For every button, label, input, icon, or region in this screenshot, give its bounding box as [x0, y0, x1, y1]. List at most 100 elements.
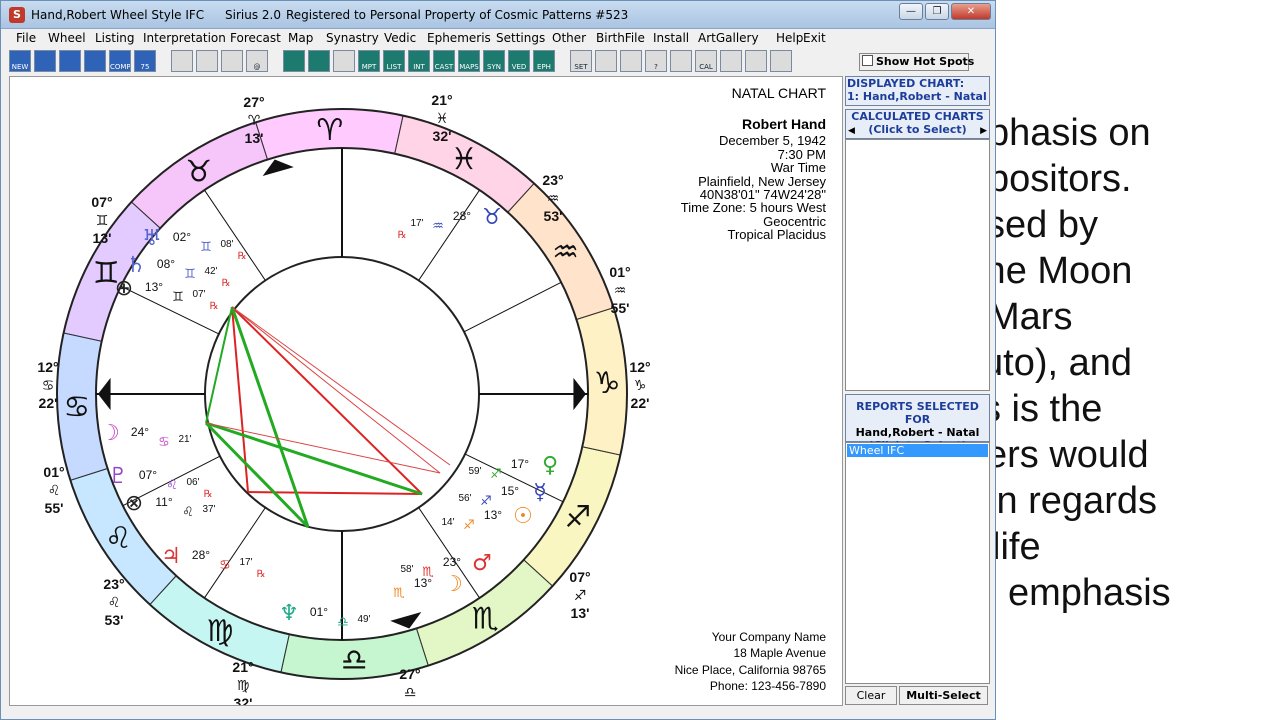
- toolbar-cal-button[interactable]: CAL: [695, 50, 717, 72]
- toolbar-int-icon: INT: [413, 63, 425, 71]
- toolbar-wheel2-button[interactable]: [308, 50, 330, 72]
- toolbar-maps-button[interactable]: MAPS: [458, 50, 480, 72]
- menu-vedic[interactable]: Vedic: [384, 31, 416, 45]
- toolbar-open-button[interactable]: [171, 50, 193, 72]
- toolbar-cal-icon: CAL: [699, 63, 713, 71]
- toolbar-new-button[interactable]: NEW: [9, 50, 31, 72]
- menu-other[interactable]: Other: [552, 31, 586, 45]
- toolbar-seventy-five-button[interactable]: 75: [134, 50, 156, 72]
- menu-synastry[interactable]: Synastry: [326, 31, 379, 45]
- app-icon[interactable]: S: [9, 7, 25, 23]
- toolbar-comp-button[interactable]: COMP: [109, 50, 131, 72]
- menu-file[interactable]: File: [16, 31, 36, 45]
- planet-glyph: ☽: [100, 421, 120, 446]
- toolbar-eph-button[interactable]: EPH: [533, 50, 555, 72]
- menu-settings[interactable]: Settings: [496, 31, 545, 45]
- toolbar-ved-icon: VED: [511, 63, 527, 71]
- toolbar-p-button[interactable]: [333, 50, 355, 72]
- toolbar-x-button[interactable]: [84, 50, 106, 72]
- zodiac-sign-glyph: ♒: [552, 235, 579, 270]
- toolbar-list-button[interactable]: LIST: [383, 50, 405, 72]
- zodiac-sign-glyph: ♎: [341, 643, 368, 678]
- cusp-degree: 27°: [243, 94, 264, 110]
- reports-list[interactable]: Wheel IFC: [845, 442, 990, 684]
- planet-minutes: 08': [220, 239, 233, 250]
- toolbar-at-icon: @: [253, 63, 261, 71]
- calculated-charts-header[interactable]: CALCULATED CHARTS (Click to Select) ◀ ▶: [845, 109, 990, 139]
- menu-install[interactable]: Install: [653, 31, 689, 45]
- show-hot-spots-checkbox[interactable]: Show Hot Spots: [859, 53, 974, 71]
- menu-forecast[interactable]: Forecast: [230, 31, 281, 45]
- menu-artgallery[interactable]: ArtGallery: [698, 31, 759, 45]
- planet-degree: 23°: [443, 555, 461, 569]
- multi-select-button[interactable]: Multi-Select: [899, 686, 988, 705]
- toolbar-int-button[interactable]: INT: [408, 50, 430, 72]
- menu-help[interactable]: Help: [776, 31, 803, 45]
- retrograde-glyph: ℞: [210, 301, 219, 312]
- cusp-sign-glyph: ♓: [436, 111, 449, 127]
- planet-minutes: 56': [458, 493, 471, 504]
- toolbar-r-button[interactable]: [59, 50, 81, 72]
- toolbar-art-button[interactable]: [720, 50, 742, 72]
- planet-degree: 02°: [173, 230, 191, 244]
- toolbar-a-button[interactable]: [670, 50, 692, 72]
- toolbar-save-button[interactable]: [196, 50, 218, 72]
- planet-sign-glyph: ♎: [337, 615, 349, 630]
- toolbar-at-button[interactable]: @: [246, 50, 268, 72]
- toolbar-seventy-five-icon: 75: [140, 63, 150, 71]
- planet-sign-glyph: ♏: [393, 586, 405, 601]
- menu-map[interactable]: Map: [288, 31, 313, 45]
- toolbar-set-button[interactable]: SET: [570, 50, 592, 72]
- background-text-line: Mars: [996, 296, 1073, 338]
- menu-wheel[interactable]: Wheel: [48, 31, 86, 45]
- retrograde-glyph: ℞: [398, 230, 407, 241]
- planet-sign-glyph: ♊: [184, 267, 196, 282]
- scroll-left-icon[interactable]: ◀: [848, 125, 855, 138]
- menu-interpretation[interactable]: Interpretation: [143, 31, 226, 45]
- planet-glyph: ♃: [161, 544, 181, 569]
- menu-exit[interactable]: Exit: [803, 31, 826, 45]
- checkbox-box[interactable]: [862, 55, 873, 66]
- toolbar-f-button[interactable]: [34, 50, 56, 72]
- reports-selected-header[interactable]: REPORTS SELECTED FOR Hand,Robert - Natal…: [845, 394, 990, 452]
- planet-minutes: 06': [186, 477, 199, 488]
- menu-birthfile[interactable]: BirthFile: [596, 31, 645, 45]
- toolbar-help-button[interactable]: ?: [645, 50, 667, 72]
- scroll-right-icon[interactable]: ▶: [980, 125, 987, 138]
- toolbar-syn-button[interactable]: SYN: [483, 50, 505, 72]
- minimize-button[interactable]: —: [899, 3, 923, 20]
- toolbar-mpt-button[interactable]: MPT: [358, 50, 380, 72]
- toolbar-clock-button[interactable]: [595, 50, 617, 72]
- menu-ephemeris[interactable]: Ephemeris: [427, 31, 491, 45]
- toolbar-cast-button[interactable]: CAST: [433, 50, 455, 72]
- calculated-charts-sub: (Click to Select): [868, 123, 967, 136]
- toolbar-l-button[interactable]: [620, 50, 642, 72]
- cusp-sign-glyph: ♈: [248, 113, 261, 129]
- calculated-charts-list[interactable]: [845, 139, 990, 391]
- clear-button[interactable]: Clear: [845, 686, 897, 705]
- cusp-sign-glyph: ♍: [237, 678, 250, 694]
- zodiac-sign-glyph: ♋: [63, 390, 90, 425]
- zodiac-sign-glyph: ♐: [564, 500, 591, 535]
- toolbar-ved-button[interactable]: VED: [508, 50, 530, 72]
- menu-listing[interactable]: Listing: [95, 31, 135, 45]
- background-text-line: life: [996, 526, 1041, 568]
- toolbar-zoom-out-button[interactable]: [770, 50, 792, 72]
- planet-minutes: 17': [410, 218, 423, 229]
- planet-sign-glyph: ♌: [182, 505, 194, 520]
- zodiac-sign-glyph: ♑: [594, 366, 621, 401]
- cusp-sign-glyph: ♌: [48, 483, 61, 499]
- zodiac-sign-glyph: ♉: [185, 154, 212, 189]
- toolbar-print-button[interactable]: [221, 50, 243, 72]
- maximize-button[interactable]: ❐: [925, 3, 949, 20]
- close-button[interactable]: ✕: [951, 3, 991, 20]
- toolbar-zoom-in-button[interactable]: [745, 50, 767, 72]
- planet-glyph: ⊗: [125, 491, 143, 516]
- displayed-chart-header[interactable]: DISPLAYED CHART: 1: Hand,Robert - Natal: [845, 76, 990, 106]
- house-system: Tropical Placidus: [727, 227, 826, 242]
- cusp-minutes: 22': [39, 395, 58, 411]
- planet-minutes: 14': [441, 517, 454, 528]
- chart-pane[interactable]: ♈ ♉ ♊ ♋ ♌ ♍ ♎ ♏ ♐ ♑ ♒ ♓ 12° ♋ 22' 01° ♌ 55' 23° ♌ 53' 21° ♍ 32'…: [9, 76, 843, 706]
- report-item-wheel-ifc[interactable]: Wheel IFC: [847, 444, 988, 457]
- toolbar-wheel-button[interactable]: [283, 50, 305, 72]
